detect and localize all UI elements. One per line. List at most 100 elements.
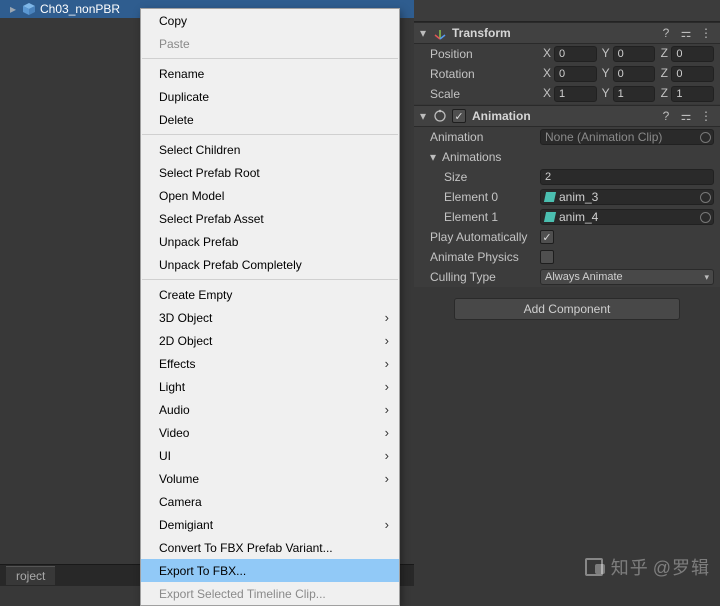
animation-icon <box>432 108 448 124</box>
rotation-z-input[interactable]: 0 <box>671 66 714 82</box>
preset-icon[interactable]: ⚎ <box>678 109 694 123</box>
rotation-y-input[interactable]: 0 <box>613 66 656 82</box>
animations-list-header[interactable]: ▾ Animations <box>414 147 720 167</box>
element-label: Element 1 <box>444 210 540 224</box>
context-menu-item[interactable]: Unpack Prefab Completely <box>141 253 399 276</box>
scale-x-input[interactable]: 1 <box>554 86 597 102</box>
transform-position-row: PositionX0Y0Z0 <box>414 44 720 64</box>
transform-title: Transform <box>452 26 654 40</box>
context-menu-item[interactable]: Unpack Prefab <box>141 230 399 253</box>
context-menu-item[interactable]: Video <box>141 421 399 444</box>
kebab-menu-icon[interactable]: ⋮ <box>698 109 714 123</box>
animation-clip-icon <box>544 192 556 202</box>
culling-type-row: Culling Type Always Animate <box>414 267 720 287</box>
axis-y-label: Y <box>599 46 611 62</box>
transform-icon <box>432 25 448 41</box>
context-menu-item[interactable]: 3D Object <box>141 306 399 329</box>
object-picker-icon[interactable] <box>700 212 711 223</box>
context-menu-separator <box>142 58 398 59</box>
culling-type-label: Culling Type <box>430 270 540 284</box>
animation-title: Animation <box>472 109 654 123</box>
culling-type-dropdown[interactable]: Always Animate <box>540 269 714 285</box>
element-clip-field[interactable]: anim_4 <box>540 209 714 225</box>
axis-z-label: Z <box>657 66 669 82</box>
hierarchy-item-label: Ch03_nonPBR <box>40 2 120 16</box>
animations-size-input[interactable]: 2 <box>540 169 714 185</box>
play-automatically-row: Play Automatically ✓ <box>414 227 720 247</box>
animations-size-row: Size 2 <box>414 167 720 187</box>
axis-x-label: X <box>540 86 552 102</box>
context-menu-item[interactable]: Delete <box>141 108 399 131</box>
prop-label: Position <box>430 47 540 61</box>
context-menu-item[interactable]: Export To FBX... <box>141 559 399 582</box>
context-menu-item[interactable]: UI <box>141 444 399 467</box>
prop-label: Rotation <box>430 67 540 81</box>
scale-y-input[interactable]: 1 <box>613 86 656 102</box>
context-menu-item[interactable]: Effects <box>141 352 399 375</box>
element-clip-field[interactable]: anim_3 <box>540 189 714 205</box>
animation-element-row: Element 0anim_3 <box>414 187 720 207</box>
context-menu-item[interactable]: Light <box>141 375 399 398</box>
play-automatically-checkbox[interactable]: ✓ <box>540 230 554 244</box>
animate-physics-label: Animate Physics <box>430 250 540 264</box>
axis-x-label: X <box>540 46 552 62</box>
context-menu-item[interactable]: Volume <box>141 467 399 490</box>
prefab-cube-icon <box>22 2 36 16</box>
context-menu-item[interactable]: Select Children <box>141 138 399 161</box>
transform-header[interactable]: ▾ Transform ? ⚎ ⋮ <box>414 22 720 44</box>
context-menu-item[interactable]: Convert To FBX Prefab Variant... <box>141 536 399 559</box>
object-picker-icon[interactable] <box>700 132 711 143</box>
object-picker-icon[interactable] <box>700 192 711 203</box>
chevron-down-icon: ▾ <box>420 26 432 40</box>
context-menu-item[interactable]: Select Prefab Root <box>141 161 399 184</box>
context-menu-item[interactable]: Rename <box>141 62 399 85</box>
help-icon[interactable]: ? <box>658 26 674 40</box>
element-label: Element 0 <box>444 190 540 204</box>
context-menu-item[interactable]: Select Prefab Asset <box>141 207 399 230</box>
chevron-down-icon: ▾ <box>420 109 432 123</box>
scale-z-input[interactable]: 1 <box>671 86 714 102</box>
context-menu-item[interactable]: Demigiant <box>141 513 399 536</box>
context-menu-separator <box>142 134 398 135</box>
animation-element-row: Element 1anim_4 <box>414 207 720 227</box>
rotation-x-input[interactable]: 0 <box>554 66 597 82</box>
context-menu-item[interactable]: Open Model <box>141 184 399 207</box>
animate-physics-checkbox[interactable] <box>540 250 554 264</box>
axis-z-label: Z <box>657 46 669 62</box>
axis-y-label: Y <box>599 66 611 82</box>
animation-clip-label: Animation <box>430 130 540 144</box>
context-menu-separator <box>142 279 398 280</box>
inspector-panel: ▾ Transform ? ⚎ ⋮ PositionX0Y0Z0Rotation… <box>414 0 720 586</box>
context-menu-item[interactable]: Copy <box>141 9 399 32</box>
animate-physics-row: Animate Physics <box>414 247 720 267</box>
axis-z-label: Z <box>657 86 669 102</box>
help-icon[interactable]: ? <box>658 109 674 123</box>
position-z-input[interactable]: 0 <box>671 46 714 62</box>
transform-rotation-row: RotationX0Y0Z0 <box>414 64 720 84</box>
context-menu: CopyPaste RenameDuplicateDelete Select Chi… <box>140 8 400 606</box>
add-component-button[interactable]: Add Component <box>454 298 680 320</box>
context-menu-item[interactable]: Duplicate <box>141 85 399 108</box>
animations-list-label: Animations <box>442 150 540 164</box>
transform-scale-row: ScaleX1Y1Z1 <box>414 84 720 104</box>
animations-size-label: Size <box>444 170 540 184</box>
context-menu-item[interactable]: Audio <box>141 398 399 421</box>
axis-x-label: X <box>540 66 552 82</box>
position-y-input[interactable]: 0 <box>613 46 656 62</box>
animation-enable-checkbox[interactable]: ✓ <box>452 109 466 123</box>
position-x-input[interactable]: 0 <box>554 46 597 62</box>
axis-y-label: Y <box>599 86 611 102</box>
transform-component: ▾ Transform ? ⚎ ⋮ PositionX0Y0Z0Rotation… <box>414 22 720 104</box>
context-menu-item: Paste <box>141 32 399 55</box>
kebab-menu-icon[interactable]: ⋮ <box>698 26 714 40</box>
context-menu-item[interactable]: Camera <box>141 490 399 513</box>
animation-header[interactable]: ▾ ✓ Animation ? ⚎ ⋮ <box>414 105 720 127</box>
preset-icon[interactable]: ⚎ <box>678 26 694 40</box>
zhihu-logo-icon <box>585 556 607 578</box>
animation-clip-icon <box>544 212 556 222</box>
animation-clip-field[interactable]: None (Animation Clip) <box>540 129 714 145</box>
context-menu-item[interactable]: 2D Object <box>141 329 399 352</box>
chevron-right-icon: ▸ <box>10 2 20 16</box>
context-menu-item[interactable]: Create Empty <box>141 283 399 306</box>
animation-component: ▾ ✓ Animation ? ⚎ ⋮ Animation None (Anim… <box>414 105 720 287</box>
